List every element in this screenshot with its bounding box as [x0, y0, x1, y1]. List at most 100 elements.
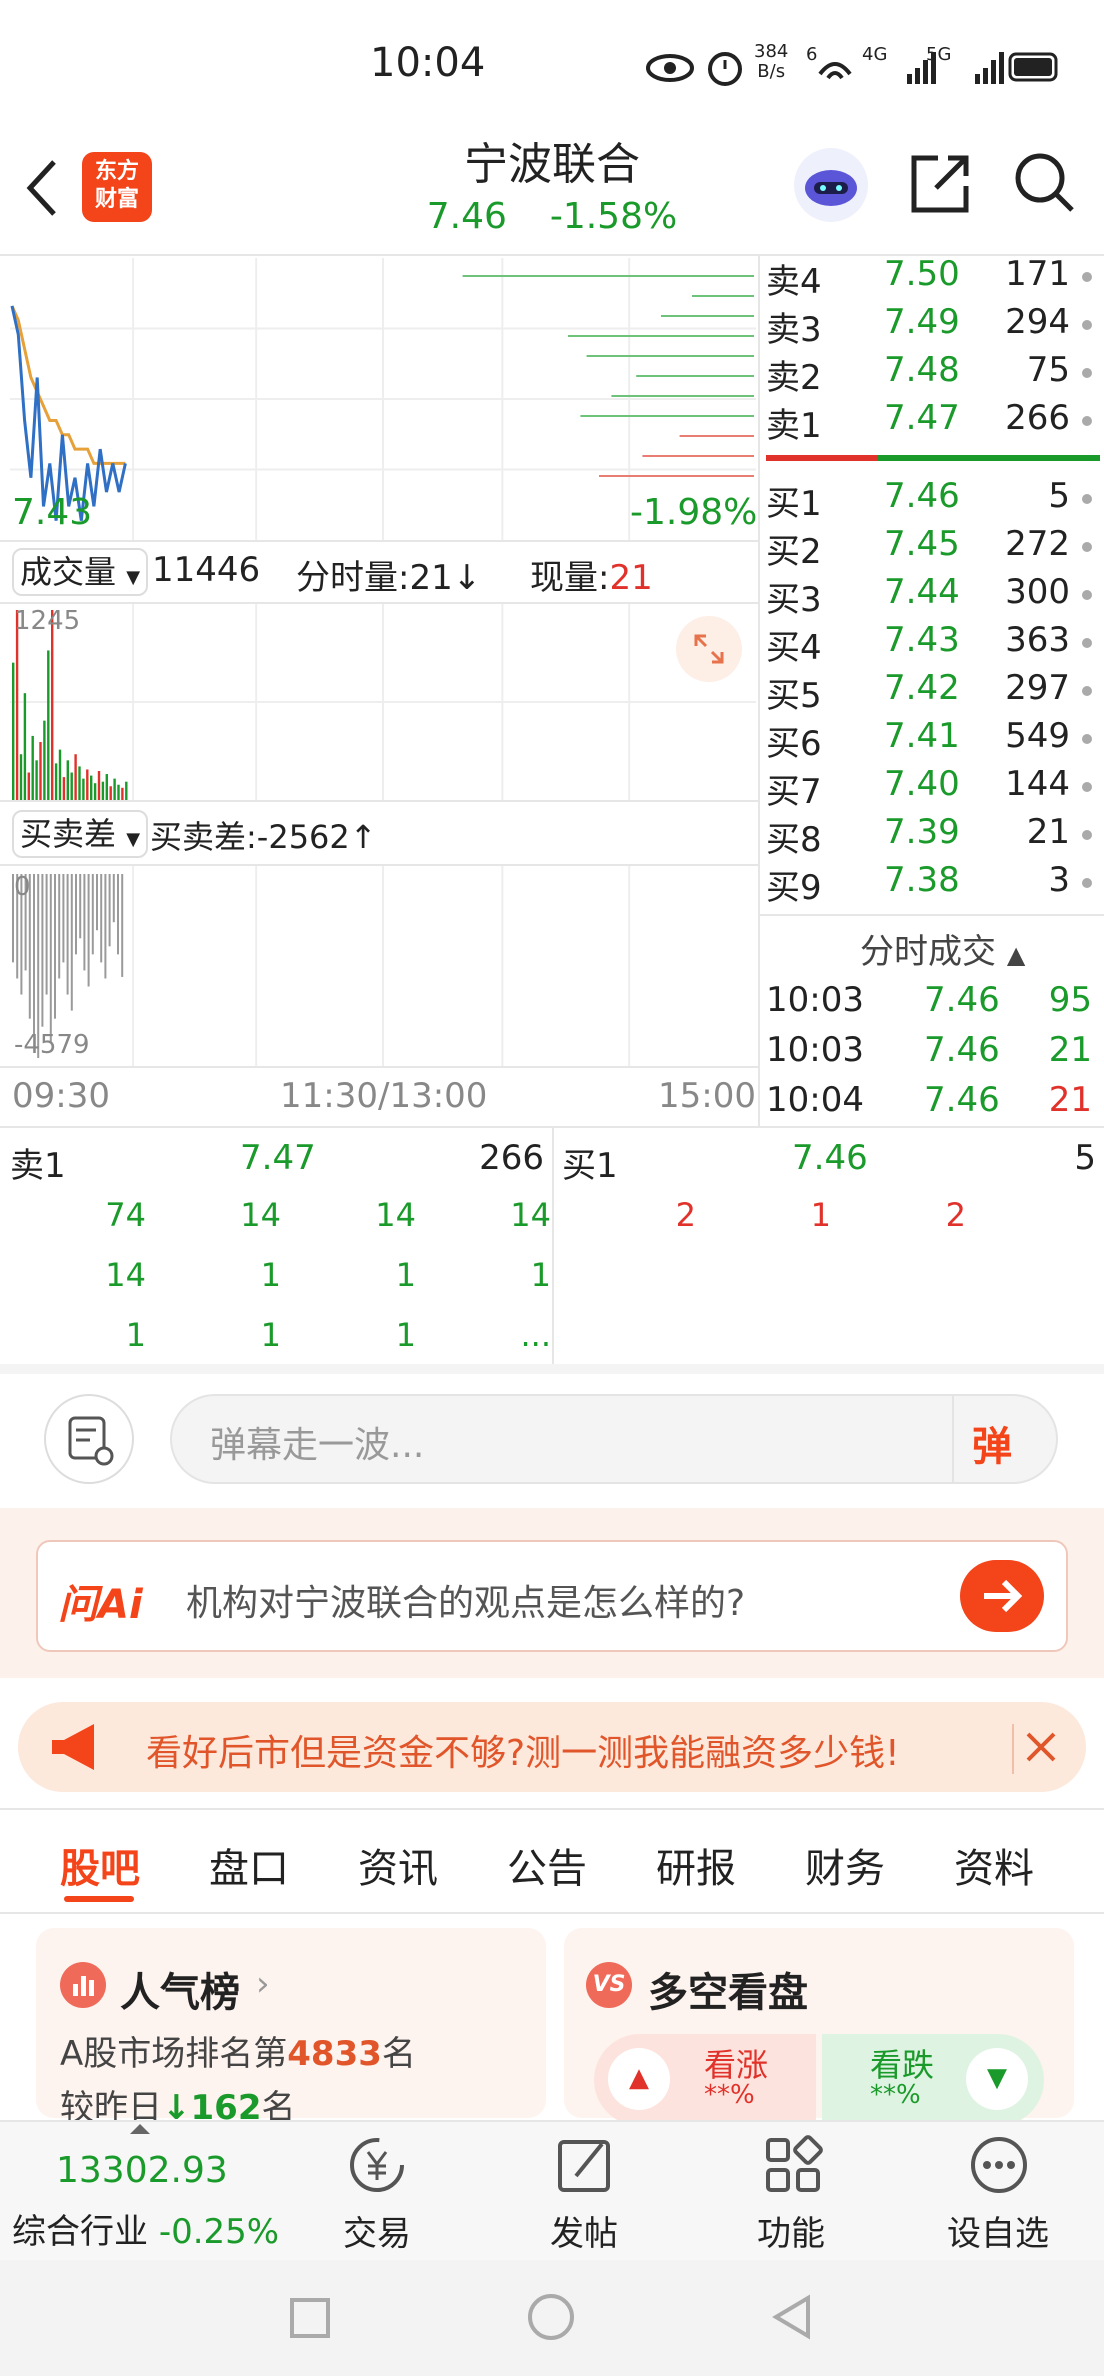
tick-price: 7.46 — [924, 1030, 1000, 1070]
bid-row[interactable]: 买6 7.41 549 — [766, 716, 1096, 764]
volume-chart[interactable] — [10, 604, 756, 800]
bar-icon — [73, 1976, 94, 1996]
bottom-nav-item[interactable]: 设自选 — [923, 2206, 1073, 2255]
diff-bar — [58, 874, 61, 979]
tab-item[interactable]: 研报 — [656, 1836, 736, 1894]
ask-row[interactable]: 卖2 7.48 75 — [766, 350, 1096, 398]
index-info[interactable]: 综合行业 -0.25% — [12, 2204, 279, 2253]
diff-bar — [49, 874, 52, 1043]
signal-label-2: 4G — [862, 44, 888, 65]
bid-label: 买7 — [766, 772, 822, 812]
divider — [552, 1128, 554, 1364]
danmaku-send-button[interactable]: 弹 — [972, 1414, 1012, 1472]
tab-item[interactable]: 资料 — [954, 1836, 1034, 1894]
volume-bar — [101, 781, 105, 800]
bid-volume: 363 — [1005, 620, 1070, 660]
expand-icon — [694, 634, 724, 664]
bear-button[interactable]: 看跌 **% ▼ — [822, 2034, 1044, 2126]
ask-price: 7.48 — [884, 350, 960, 390]
ticks-header-label: 分时成交 — [860, 932, 996, 972]
tab-item[interactable]: 财务 — [805, 1836, 885, 1894]
tick-time: 10:04 — [766, 1080, 864, 1120]
bid-row[interactable]: 买9 7.38 3 — [766, 860, 1096, 908]
bid-row[interactable]: 买3 7.44 300 — [766, 572, 1096, 620]
ask-volume: 266 — [1005, 398, 1070, 438]
back-nav-button[interactable] — [770, 2294, 816, 2344]
tab-item[interactable]: 公告 — [507, 1836, 587, 1894]
bid-row[interactable]: 买2 7.45 272 — [766, 524, 1096, 572]
popularity-card[interactable]: 人气榜 › A股市场排名第4833名 较昨日↓162名 — [36, 1928, 546, 2128]
bid-row[interactable]: 买4 7.43 363 — [766, 620, 1096, 668]
time-start: 09:30 — [12, 1076, 110, 1116]
dot-icon — [1082, 542, 1092, 552]
promo-close-button[interactable] — [1012, 1724, 1064, 1774]
robot-avatar-icon[interactable] — [794, 148, 868, 222]
ai-go-button[interactable] — [960, 1560, 1044, 1632]
diff-selector[interactable]: 买卖差 ▼ — [12, 810, 149, 858]
diff-bar — [70, 874, 73, 1011]
bid-row[interactable]: 买7 7.40 144 — [766, 764, 1096, 812]
ask-row[interactable]: 卖1 7.47 266 — [766, 398, 1096, 446]
tab-item[interactable]: 股吧 — [60, 1836, 140, 1894]
queue-sell-total: 266 — [479, 1138, 544, 1178]
bid-row[interactable]: 买5 7.42 297 — [766, 668, 1096, 716]
bid-volume: 144 — [1005, 764, 1070, 804]
diff-bar — [96, 874, 98, 931]
bid-price: 7.39 — [884, 812, 960, 852]
bottom-nav-item[interactable]: 功能 — [716, 2206, 866, 2255]
bid-volume: 21 — [1026, 812, 1070, 852]
bid-volume: 3 — [1048, 860, 1070, 900]
tab-item[interactable]: 盘口 — [209, 1836, 289, 1894]
index-change: -0.25% — [158, 2212, 280, 2252]
danmaku-toggle-button[interactable] — [44, 1394, 134, 1484]
trade-icon — [344, 2132, 410, 2202]
bid-price: 7.44 — [884, 572, 960, 612]
tick-time: 10:03 — [766, 1030, 864, 1070]
expand-button[interactable] — [676, 616, 742, 682]
ask-row[interactable]: 卖3 7.49 294 — [766, 302, 1096, 350]
diff-bar — [104, 874, 107, 979]
home-button[interactable] — [528, 2294, 574, 2340]
danmaku-input[interactable]: 弹幕走一波... 弹 — [170, 1394, 1058, 1484]
diff-chart[interactable] — [10, 866, 756, 1066]
queue-sell-qty: 1 — [260, 1256, 281, 1294]
sentiment-card[interactable]: VS 多空看盘 ▲ 看涨 **% 看跌 **% ▼ — [564, 1928, 1074, 2126]
tick-volume: 21 — [1048, 1080, 1092, 1120]
header-price: 7.46 — [426, 196, 507, 237]
bull-value: **% — [704, 2080, 755, 2110]
ask-row[interactable]: 卖4 7.50 171 — [766, 254, 1096, 302]
promo-banner[interactable]: 看好后市但是资金不够?测一测我能融资多少钱! — [18, 1702, 1086, 1792]
recent-apps-button[interactable] — [290, 2298, 330, 2338]
bid-row[interactable]: 买8 7.39 21 — [766, 812, 1096, 860]
ai-question-card[interactable]: 问Ai 机构对宁波联合的观点是怎么样的? — [36, 1540, 1068, 1652]
queue-sell-qty: 1 — [125, 1316, 146, 1354]
volume-bar — [12, 662, 15, 800]
diff-bar — [66, 874, 69, 995]
tick-price: 7.46 — [924, 980, 1000, 1020]
bottom-nav-item[interactable]: 发帖 — [509, 2206, 659, 2255]
danmaku-settings-icon — [68, 1416, 114, 1466]
bid-row[interactable]: 买1 7.46 5 — [766, 476, 1096, 524]
index-value[interactable]: 13302.93 — [56, 2150, 228, 2191]
tab-item[interactable]: 资讯 — [358, 1836, 438, 1894]
volume-bar — [58, 749, 62, 800]
bottom-nav-item[interactable]: 交易 — [302, 2206, 452, 2255]
divider — [0, 540, 758, 542]
search-icon[interactable] — [1012, 150, 1078, 216]
ticks-header[interactable]: 分时成交 ▲ — [860, 924, 1025, 973]
spread-red — [766, 455, 878, 461]
share-icon[interactable] — [908, 150, 974, 216]
ask-price: 7.47 — [884, 398, 960, 438]
volume-selector[interactable]: 成交量 ▼ — [12, 548, 149, 596]
chevron-right-icon: › — [256, 1964, 270, 2004]
bull-button[interactable]: ▲ 看涨 **% — [594, 2034, 816, 2126]
volume-bar — [74, 754, 77, 800]
yen-circle-icon — [350, 2138, 404, 2192]
volume-bar — [39, 742, 42, 800]
diff-bar — [117, 874, 119, 955]
queue-sell-qty: 1 — [260, 1316, 281, 1354]
grid-icon — [766, 2135, 823, 2192]
volume-bar — [15, 610, 19, 800]
dropdown-icon: ▼ — [126, 567, 141, 588]
ask-price: 7.49 — [884, 302, 960, 342]
